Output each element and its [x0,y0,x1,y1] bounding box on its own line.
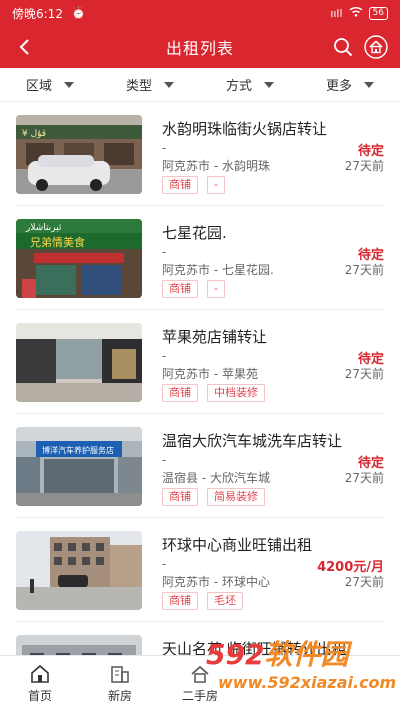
listing-time: 27天前 [344,367,384,381]
listing-photo [16,531,142,610]
dropdown-arrow-icon [64,81,74,88]
status-bar: 傍晚6:12 ⏰ ııll 56 [0,0,400,26]
back-icon[interactable] [14,36,36,58]
svg-text:ئېرىتاشلار: ئېرىتاشلار [25,223,62,233]
listing-title: 七星花园. [162,224,227,242]
listing-tag: 商铺 [162,488,198,506]
listing-tag: 商铺 [162,592,198,610]
listing-time: 27天前 [344,575,384,589]
alarm-icon: ⏰ [70,6,86,20]
listing-title: 苹果苑店铺转让 [162,328,268,346]
dropdown-arrow-icon [364,81,374,88]
listing-photo: 博洋汽车养护服务店 [16,427,142,506]
listing-subtitle: - [162,453,167,467]
listing-photo: ئېرىتاشلار 兄弟情美食 [16,219,142,298]
filter-label: 方式 [225,79,252,94]
listing-time: 27天前 [344,263,384,277]
page-title: 出租列表 [165,39,234,58]
listing-subtitle: - [162,349,167,363]
watermark-logo: 592软件园 www.592xiazai.com [200,633,400,711]
signal-icon: ııll [330,6,343,20]
watermark-brand: 软件园 [264,638,349,671]
filter-area[interactable]: 区域 [0,68,100,101]
listing-location: 阿克苏市 - 七星花园. [162,263,274,277]
watermark-url: www.592xiazai.com [218,673,397,692]
listing-location: 阿克苏市 - 环球中心 [162,575,270,589]
listing-subtitle: - [162,557,167,571]
home-icon [31,664,49,683]
listing-location: 阿克苏市 - 苹果苑 [162,367,258,381]
listing-tag: - [207,280,225,298]
listing-tag: 商铺 [162,384,198,402]
svg-text:兄弟情美食: 兄弟情美食 [30,235,85,249]
nav-bar: 出租列表 [0,26,400,68]
listing-tag: 中档装修 [207,384,265,402]
listing-title: 环球中心商业旺铺出租 [162,536,313,554]
tab-label: 新房 [107,689,132,703]
listing-location: 温宿县 - 大欣汽车城 [162,471,270,485]
watermark-number: 592 [206,638,265,671]
filter-more[interactable]: 更多 [300,68,400,101]
listing-location: 阿克苏市 - 水韵明珠 [162,159,270,173]
svg-text:博洋汽车养护服务店: 博洋汽车养护服务店 [42,445,114,455]
svg-text:¥ ڤۇل: ¥ ڤۇل [22,129,46,139]
listing-time: 27天前 [344,159,384,173]
tab-new-house[interactable]: 新房 [80,656,160,711]
wifi-icon [349,6,363,20]
listing-tag: 商铺 [162,280,198,298]
listing-title: 水韵明珠临街火锅店转让 [162,120,328,138]
building-icon [111,666,129,683]
listing-subtitle: - [162,245,167,259]
listing-tag: 商铺 [162,176,198,194]
status-time: 傍晚6:12 [12,6,63,21]
listing-title: 温宿大欣汽车城洗车店转让 [162,432,343,450]
listing-photo [16,323,142,402]
tab-label: 首页 [27,689,52,703]
filter-label: 区域 [25,79,52,94]
listing-tag: 毛坯 [207,592,243,610]
search-icon[interactable] [332,36,354,58]
filter-method[interactable]: 方式 [200,68,300,101]
listing-tag: 简易装修 [207,488,265,506]
listing-subtitle: - [162,141,167,155]
dropdown-arrow-icon [164,81,174,88]
filter-label: 类型 [125,79,152,94]
listing-item[interactable]: ئېرىتاشلار 兄弟情美食 七星花园. - 待定 阿克苏市 - 七星花园.… [0,206,400,310]
battery-icon: 56 [368,6,388,20]
filter-type[interactable]: 类型 [100,68,200,101]
listing-item[interactable]: ¥ ڤۇل 水韵明珠临街火锅店转让 - 待定 阿克苏市 - 水韵明珠 27天前 … [0,102,400,206]
tab-home[interactable]: 首页 [0,656,80,711]
listing-time: 27天前 [344,471,384,485]
dropdown-arrow-icon [264,81,274,88]
listing-item[interactable]: 苹果苑店铺转让 - 待定 阿克苏市 - 苹果苑 27天前 商铺 中档装修 [0,310,400,414]
listing-item[interactable]: 环球中心商业旺铺出租 - 4200元/月 阿克苏市 - 环球中心 27天前 商铺… [0,518,400,622]
filter-bar: 区域 类型 方式 更多 [0,68,400,102]
listing-tag: - [207,176,225,194]
listing-item[interactable]: 博洋汽车养护服务店 温宿大欣汽车城洗车店转让 - 待定 温宿县 - 大欣汽车城 … [0,414,400,518]
home-icon[interactable] [364,35,388,59]
listing-photo: ¥ ڤۇل [16,115,142,194]
filter-label: 更多 [325,79,352,94]
